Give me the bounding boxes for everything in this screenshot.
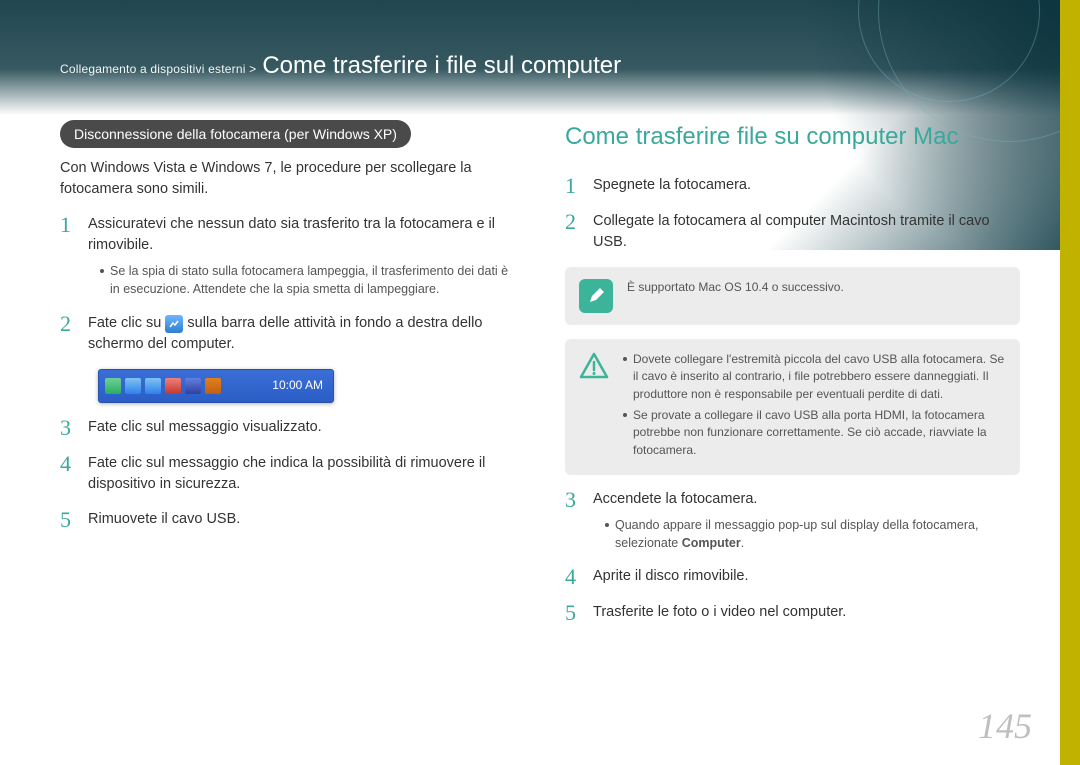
right-step-5: 5 Trasferite le foto o i video nel compu… [565, 602, 1020, 624]
right-step-3: 3 Accendete la fotocamera. Quando appare… [565, 489, 1020, 552]
step-text: Rimuovete il cavo USB. [88, 509, 515, 531]
step-number: 4 [565, 566, 583, 588]
taskbar-screenshot: 10:00 AM [98, 369, 334, 403]
bullet-icon [605, 523, 609, 527]
tray-icon [145, 378, 161, 394]
page-title: Come trasferire i file sul computer [262, 52, 621, 80]
step-text: Spegnete la fotocamera. [593, 175, 1020, 197]
note-text: È supportato Mac OS 10.4 o successivo. [627, 279, 1006, 313]
content-area: Disconnessione della fotocamera (per Win… [60, 120, 1020, 705]
left-step-1: 1 Assicuratevi che nessun dato sia trasf… [60, 214, 515, 298]
taskbar-clock: 10:00 AM [272, 377, 323, 394]
step-bullet: Se la spia di stato sulla fotocamera lam… [100, 262, 515, 298]
step-text: Collegate la fotocamera al computer Maci… [593, 211, 1020, 253]
tray-icon [165, 378, 181, 394]
tray-icon [105, 378, 121, 394]
step-text-a: Fate clic su [88, 315, 161, 331]
step-number: 5 [565, 602, 583, 624]
step-text: Fate clic sul messaggio che indica la po… [88, 453, 515, 495]
left-step-4: 4 Fate clic sul messaggio che indica la … [60, 453, 515, 495]
right-step-2: 2 Collegate la fotocamera al computer Ma… [565, 211, 1020, 253]
step-bullet: Quando appare il messaggio pop-up sul di… [605, 516, 1020, 552]
pen-icon [579, 279, 613, 313]
right-step-1: 1 Spegnete la fotocamera. [565, 175, 1020, 197]
section-tab [1060, 0, 1080, 765]
breadcrumb: Collegamento a dispositivi esterni > [60, 62, 256, 76]
right-column: Come trasferire file su computer Mac 1 S… [565, 120, 1020, 705]
step-number: 1 [565, 175, 583, 197]
intro-text: Con Windows Vista e Windows 7, le proced… [60, 158, 515, 200]
right-heading: Come trasferire file su computer Mac [565, 120, 1020, 155]
step-number: 2 [60, 313, 78, 355]
left-step-3: 3 Fate clic sul messaggio visualizzato. [60, 417, 515, 439]
step-number: 1 [60, 214, 78, 298]
step-number: 2 [565, 211, 583, 253]
step-text: Fate clic sul messaggio visualizzato. [88, 417, 515, 439]
tray-icon [205, 378, 221, 394]
step-text: Accendete la fotocamera. [593, 491, 757, 507]
left-column: Disconnessione della fotocamera (per Win… [60, 120, 515, 705]
info-note: È supportato Mac OS 10.4 o successivo. [565, 267, 1020, 325]
page-number: 145 [978, 705, 1032, 747]
warn-item: Se provate a collegare il cavo USB alla … [633, 407, 1006, 459]
left-step-5: 5 Rimuovete il cavo USB. [60, 509, 515, 531]
warn-item: Dovete collegare l'estremità piccola del… [633, 351, 1006, 403]
bullet-text: Quando appare il messaggio pop-up sul di… [615, 516, 1020, 552]
step-number: 5 [60, 509, 78, 531]
warning-icon [579, 351, 609, 381]
tray-icon [185, 378, 201, 394]
step-number: 4 [60, 453, 78, 495]
step-number: 3 [565, 489, 583, 552]
bullet-text: Se la spia di stato sulla fotocamera lam… [110, 262, 515, 298]
page-header: Collegamento a dispositivi esterni > Com… [60, 52, 1020, 80]
section-pill: Disconnessione della fotocamera (per Win… [60, 120, 411, 148]
tray-icon [125, 378, 141, 394]
bullet-icon [100, 269, 104, 273]
left-step-2: 2 Fate clic su sulla barra delle attivit… [60, 313, 515, 355]
step-text: Assicuratevi che nessun dato sia trasfer… [88, 216, 495, 253]
warning-note: Dovete collegare l'estremità piccola del… [565, 339, 1020, 475]
step-text: Trasferite le foto o i video nel compute… [593, 602, 1020, 624]
step-number: 3 [60, 417, 78, 439]
safely-remove-icon [165, 315, 183, 333]
step-text: Aprite il disco rimovibile. [593, 566, 1020, 588]
right-step-4: 4 Aprite il disco rimovibile. [565, 566, 1020, 588]
